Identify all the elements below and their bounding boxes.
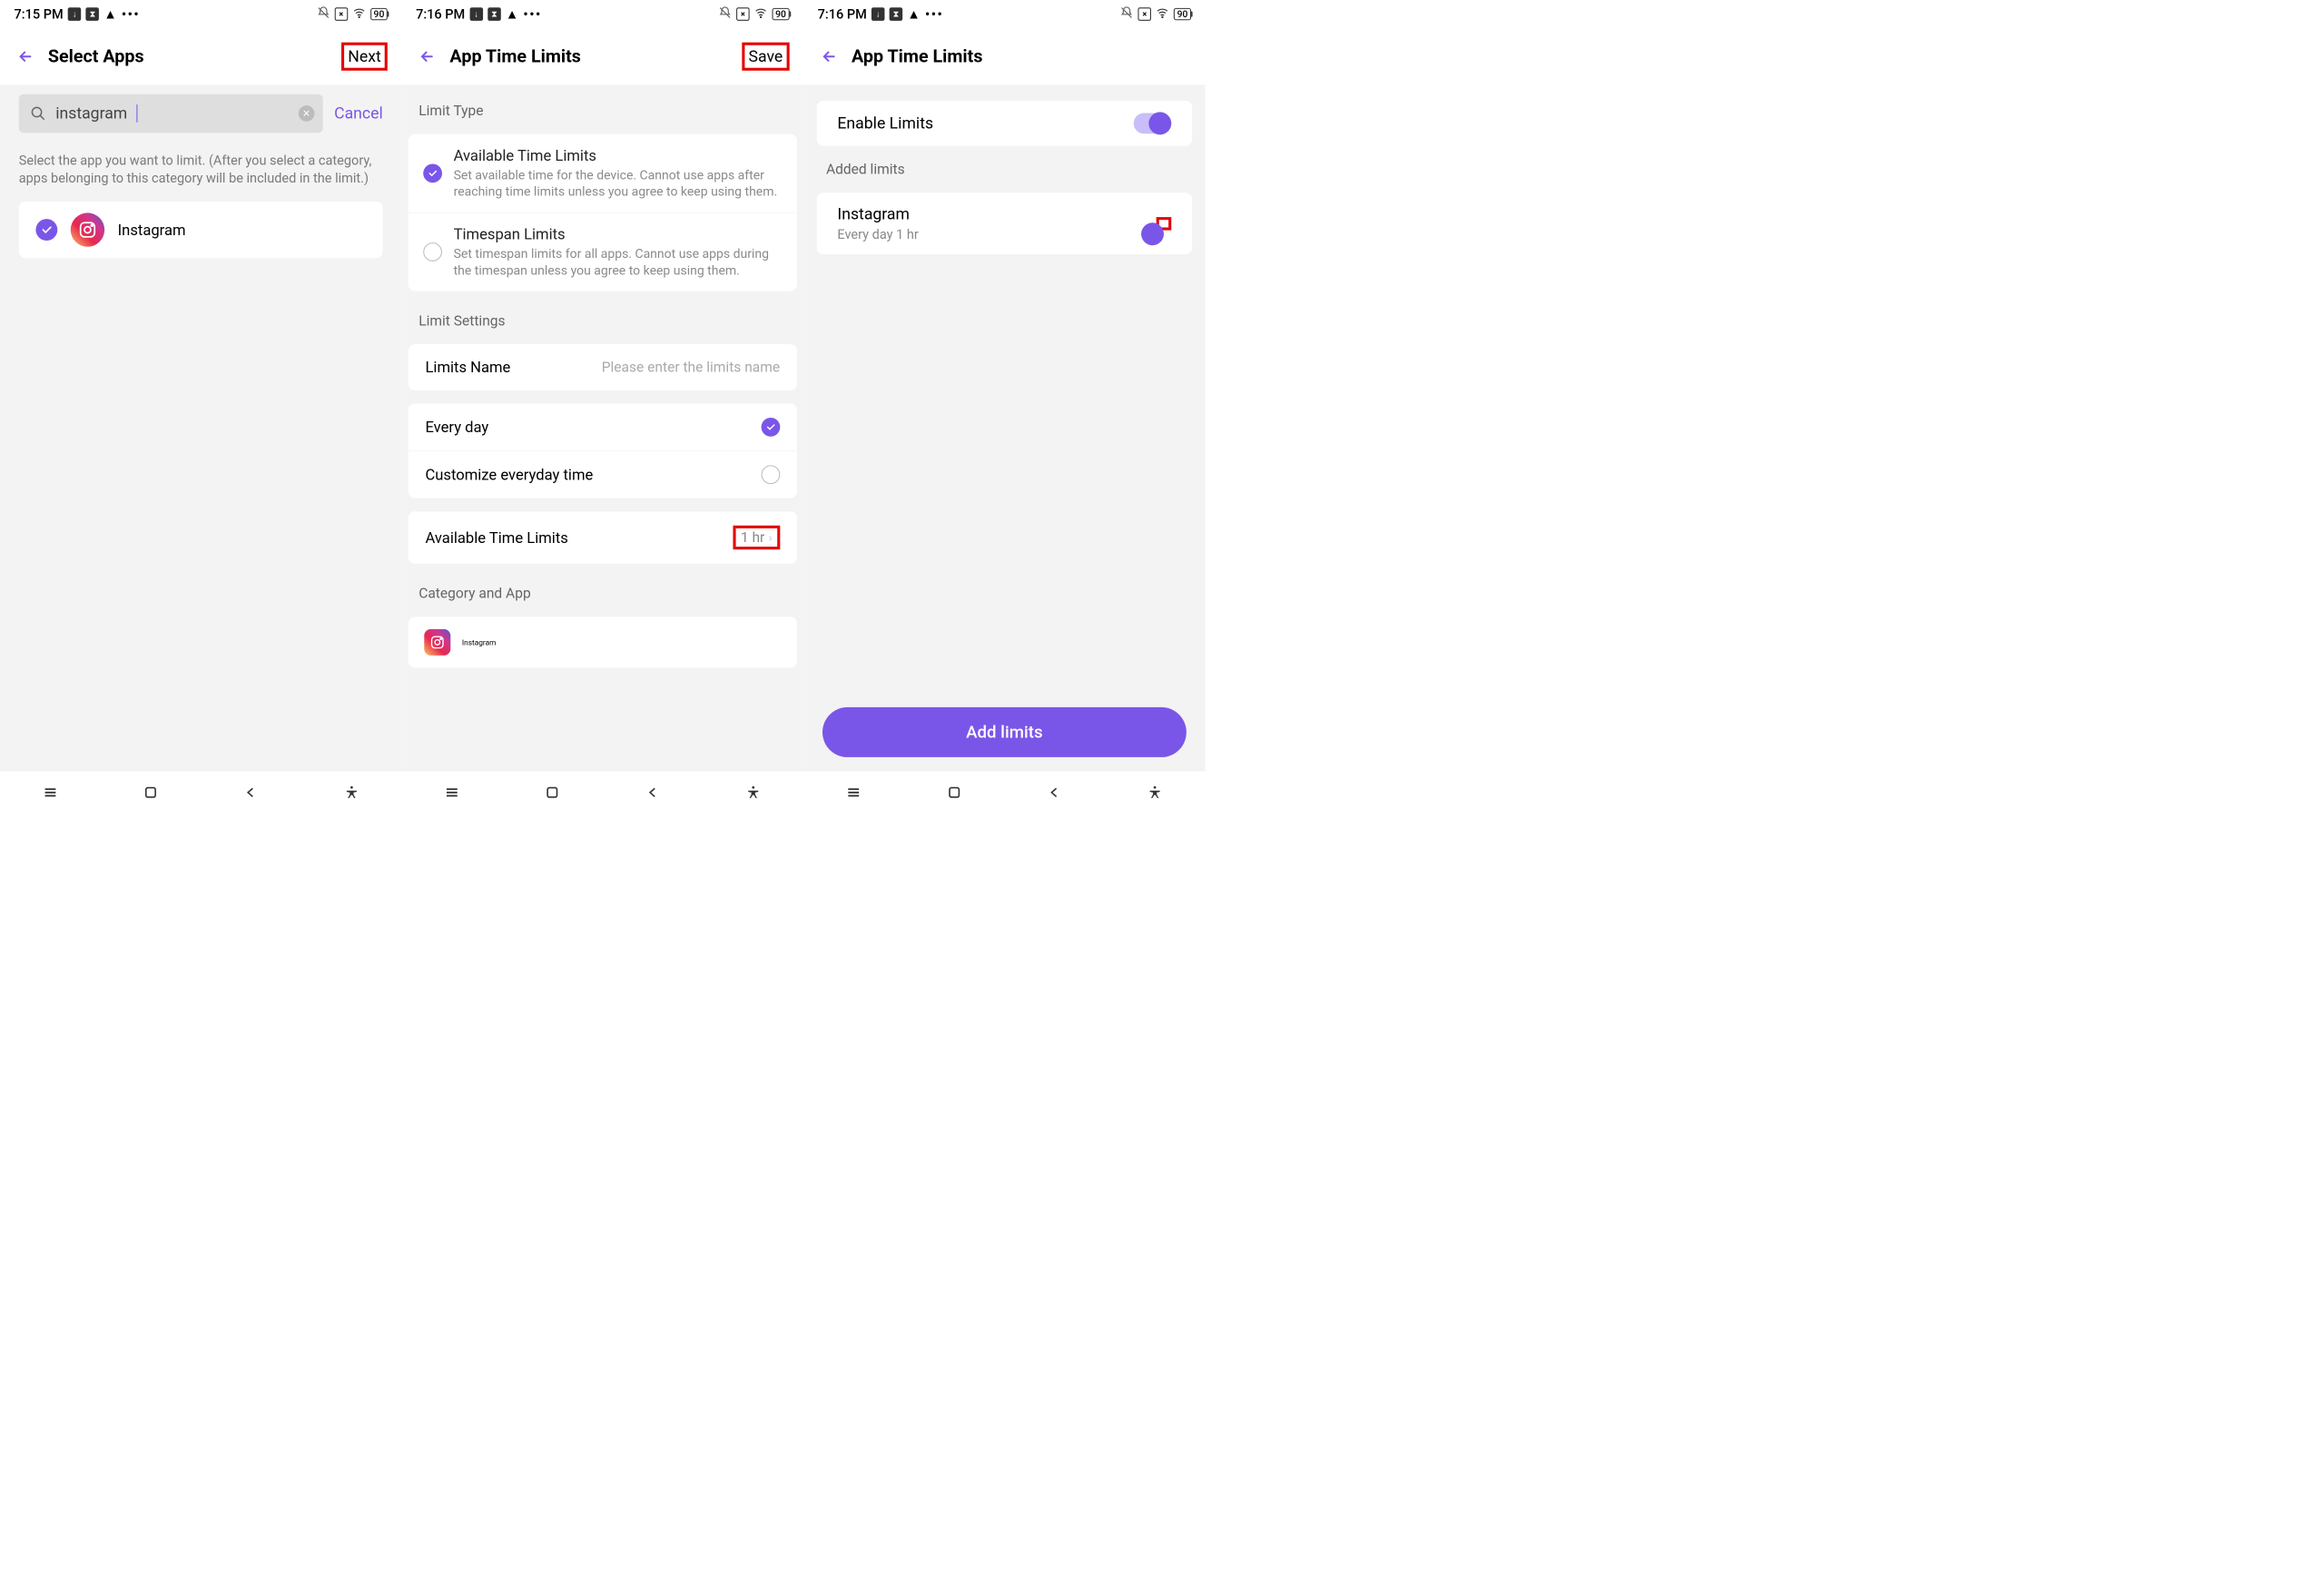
option-title: Available Time Limits [454,146,781,164]
limits-name-placeholder: Please enter the limits name [602,360,780,376]
radio-selected-icon [423,164,442,183]
warning-icon: ▲ [907,6,920,22]
back-nav-icon[interactable] [644,784,662,802]
appbar: Select Apps Next [0,28,402,84]
cancel-button[interactable]: Cancel [334,104,383,123]
app-item-instagram[interactable]: Instagram [19,202,383,258]
option-timespan-limits[interactable]: Timespan Limits Set timespan limits for … [409,212,797,291]
appbar: App Time Limits Save [402,28,804,84]
more-icon: ••• [523,6,541,22]
battery-icon: 90 [1174,8,1191,20]
section-added-limits: Added limits [803,153,1206,186]
limit-item-instagram[interactable]: Instagram Every day 1 hr [817,192,1192,254]
back-nav-icon[interactable] [1046,784,1064,802]
toggle-on[interactable] [1134,113,1171,133]
app-name: Instagram [462,638,496,647]
search-input[interactable]: instagram ✕ [19,94,323,133]
app-item-instagram[interactable]: Instagram [409,617,797,668]
home-icon[interactable] [945,784,963,802]
more-icon: ••• [122,6,140,22]
download-icon: ↓ [872,7,885,21]
instagram-icon [424,629,450,656]
battery-icon: 90 [772,8,789,20]
menu-icon[interactable] [443,784,461,802]
row-enable-limits[interactable]: Enable Limits [817,101,1192,146]
search-text: instagram [55,104,127,123]
section-limit-settings: Limit Settings [402,304,804,338]
wifi-icon [352,5,366,22]
home-icon[interactable] [544,784,562,802]
limit-title: Instagram [837,205,918,224]
radio-unselected-icon [423,242,442,262]
help-text: Select the app you want to limit. (After… [0,147,402,202]
chevron-right-icon: › [768,530,772,546]
status-time: 7:16 PM [416,6,465,22]
panel-app-time-limits-list: 7:16 PM ↓ ⧗ ▲ ••• × 90 App Time Limits [803,0,1206,771]
dnd-icon [317,5,330,22]
row-every-day[interactable]: Every day [409,404,797,451]
warning-icon: ▲ [506,6,518,22]
option-desc: Set timespan limits for all apps. Cannot… [454,246,781,279]
timer-icon: ⧗ [487,7,501,21]
row-available-time-limits[interactable]: Available Time Limits 1 hr› [409,511,797,564]
back-button[interactable] [416,45,438,68]
system-nav-bar [0,771,1206,814]
vibrate-icon: × [736,7,750,21]
menu-icon[interactable] [41,784,59,802]
radio-on-icon [761,418,780,437]
add-limits-button[interactable]: Add limits [822,707,1187,757]
menu-icon[interactable] [845,784,863,802]
app-name: Instagram [118,221,186,239]
page-title: Select Apps [48,46,388,67]
available-time-value: 1 hr› [734,526,781,549]
panel-select-apps: 7:15 PM ↓ ⧗ ▲ ••• × 90 Select Apps Next [0,0,402,771]
page-title: App Time Limits [852,46,1191,67]
section-limit-type: Limit Type [402,94,804,128]
panel-app-time-limits-edit: 7:16 PM ↓ ⧗ ▲ ••• × 90 App Time Limits S… [402,0,804,771]
option-title: Timespan Limits [454,225,781,243]
back-button[interactable] [818,45,841,68]
next-button[interactable]: Next [341,43,388,71]
battery-icon: 90 [370,8,388,20]
status-time: 7:15 PM [15,6,64,22]
download-icon: ↓ [68,7,82,21]
row-limits-name[interactable]: Limits Name Please enter the limits name [409,344,797,390]
status-time: 7:16 PM [818,6,867,22]
vibrate-icon: × [1138,7,1152,21]
home-icon[interactable] [142,784,160,802]
accessibility-icon[interactable] [1146,784,1164,802]
dnd-icon [718,5,732,22]
status-bar: 7:15 PM ↓ ⧗ ▲ ••• × 90 [0,0,402,28]
back-nav-icon[interactable] [242,784,261,802]
option-desc: Set available time for the device. Canno… [454,167,781,200]
accessibility-icon[interactable] [342,784,360,802]
check-icon [35,219,57,241]
back-button[interactable] [15,45,37,68]
vibrate-icon: × [335,7,349,21]
section-category-app: Category and App [402,577,804,610]
download-icon: ↓ [469,7,483,21]
row-customize-everyday[interactable]: Customize everyday time [409,450,797,498]
dnd-icon [1120,5,1134,22]
option-available-time-limits[interactable]: Available Time Limits Set available time… [409,134,797,212]
page-title: App Time Limits [449,46,789,67]
wifi-icon [1156,5,1169,22]
wifi-icon [754,5,768,22]
status-bar: 7:16 PM ↓ ⧗ ▲ ••• × 90 [803,0,1206,28]
radio-off-icon [761,466,780,485]
appbar: App Time Limits [803,28,1206,84]
timer-icon: ⧗ [890,7,903,21]
clear-icon[interactable]: ✕ [299,105,315,122]
instagram-icon [71,212,104,246]
more-icon: ••• [925,6,943,22]
status-bar: 7:16 PM ↓ ⧗ ▲ ••• × 90 [402,0,804,28]
accessibility-icon[interactable] [744,784,763,802]
limit-subtitle: Every day 1 hr [837,226,918,242]
save-button[interactable]: Save [742,43,789,71]
search-icon [30,105,46,122]
warning-icon: ▲ [103,6,116,22]
timer-icon: ⧗ [86,7,100,21]
